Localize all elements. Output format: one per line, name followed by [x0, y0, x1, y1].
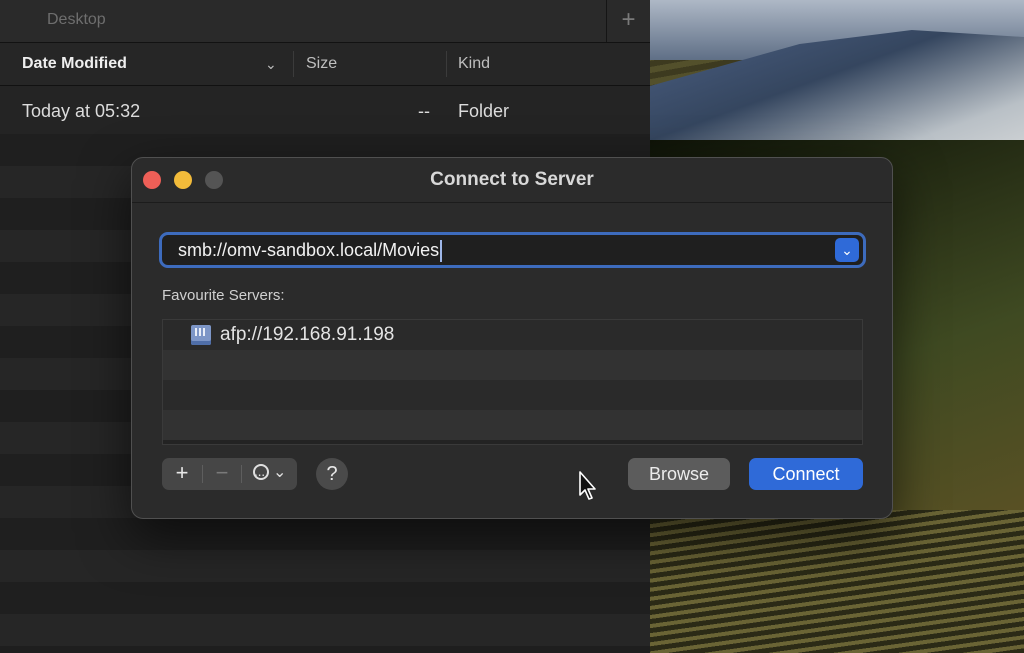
more-options-button[interactable]: ⌄	[242, 458, 297, 490]
list-item	[163, 350, 862, 380]
add-favourite-button[interactable]: +	[162, 458, 202, 490]
minimize-button[interactable]	[174, 171, 192, 189]
file-row[interactable]: Today at 05:32 -- Folder	[0, 86, 650, 134]
file-date: Today at 05:32	[22, 101, 141, 121]
close-button[interactable]	[143, 171, 161, 189]
favourite-server-address: afp://192.168.91.198	[220, 324, 395, 345]
tab-label: Desktop	[47, 11, 106, 28]
tab-bar: Desktop +	[0, 0, 650, 43]
favourite-servers-label: Favourite Servers:	[162, 287, 285, 304]
list-item	[163, 380, 862, 410]
chevron-down-icon: ⌄	[273, 464, 287, 481]
ellipsis-circle-icon	[252, 459, 269, 489]
list-item	[163, 410, 862, 440]
connect-button[interactable]: Connect	[749, 458, 863, 490]
zoom-button	[205, 171, 223, 189]
dialog-titlebar: Connect to Server	[132, 158, 892, 203]
remove-favourite-button[interactable]: −	[203, 458, 241, 490]
server-address-input[interactable]: smb://omv-sandbox.local/Movies	[178, 240, 439, 260]
list-item[interactable]: afp://192.168.91.198	[163, 320, 862, 350]
dialog-title: Connect to Server	[430, 169, 594, 190]
column-size[interactable]: Size	[306, 43, 337, 85]
favourites-toolbar: + − ⌄	[162, 458, 297, 490]
text-caret	[440, 240, 443, 263]
server-icon	[191, 325, 211, 345]
tab-desktop[interactable]: Desktop	[0, 0, 607, 42]
recent-servers-dropdown-icon[interactable]: ⌄	[835, 238, 859, 262]
browse-button[interactable]: Browse	[628, 458, 730, 490]
sort-chevron-icon[interactable]: ⌄	[265, 43, 277, 85]
server-address-field[interactable]: smb://omv-sandbox.local/Movies ⌄	[159, 232, 866, 268]
mouse-pointer-icon	[579, 471, 596, 500]
column-kind[interactable]: Kind	[458, 43, 490, 85]
favourite-servers-list[interactable]: afp://192.168.91.198	[162, 319, 863, 445]
file-kind: Folder	[458, 101, 510, 121]
column-header: Date Modified ⌄ Size Kind	[0, 43, 650, 86]
help-button[interactable]: ?	[316, 458, 348, 490]
column-date-modified[interactable]: Date Modified	[22, 43, 127, 85]
file-size: --	[418, 101, 430, 121]
new-tab-button[interactable]: +	[607, 0, 650, 42]
connect-to-server-dialog: Connect to Server smb://omv-sandbox.loca…	[131, 157, 893, 519]
